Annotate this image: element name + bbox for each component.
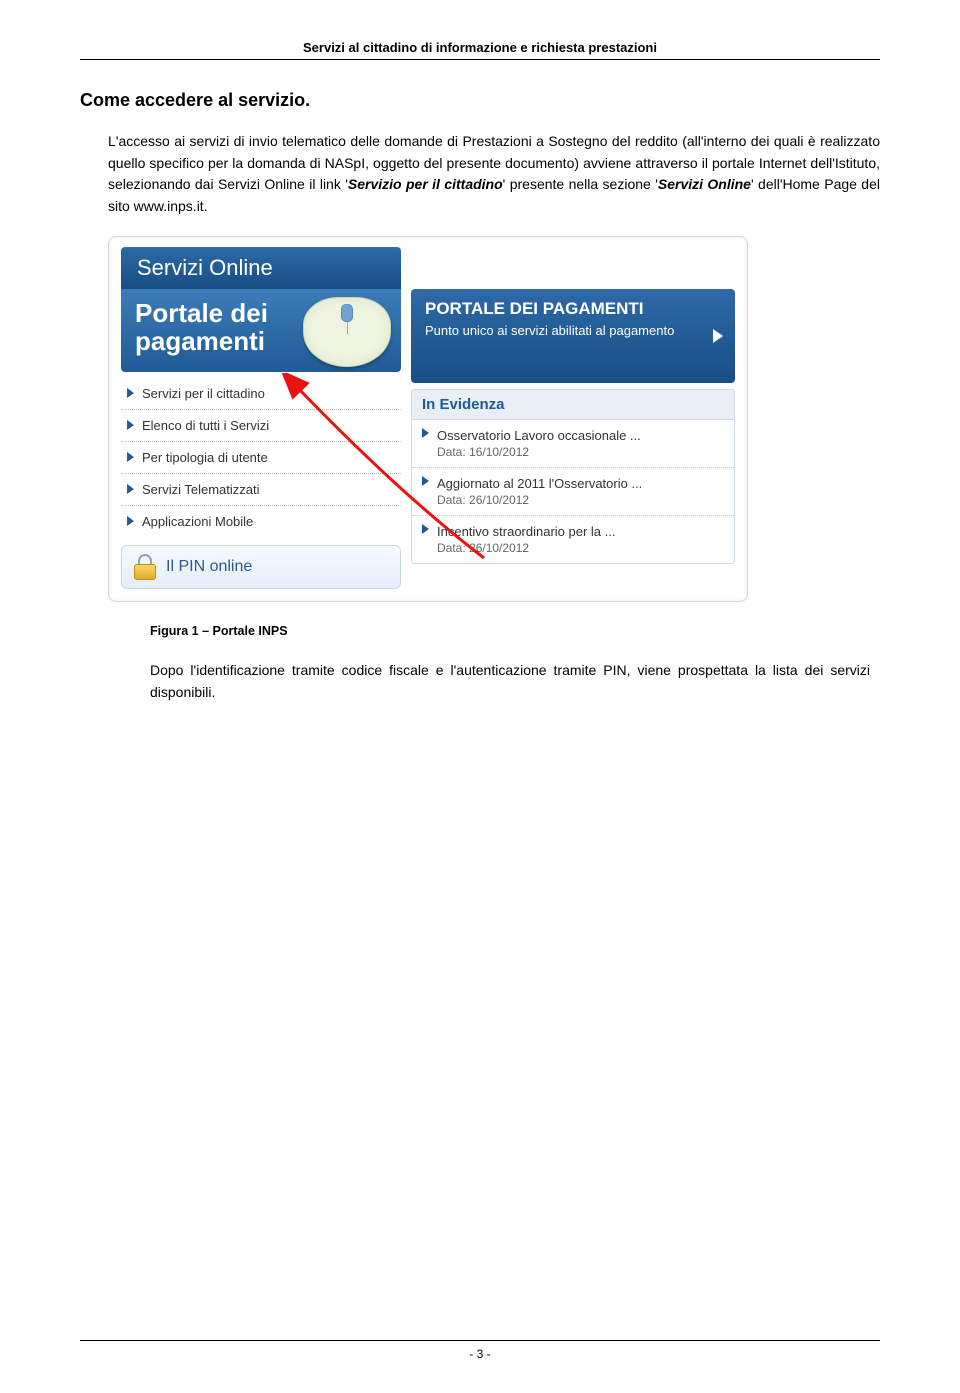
chevron-right-icon (127, 516, 134, 526)
in-evidenza-list: Osservatorio Lavoro occasionale ... Data… (411, 420, 735, 564)
promo-title: PORTALE DEI PAGAMENTI (425, 299, 721, 319)
promo-subtitle: Punto unico ai servizi abilitati al paga… (425, 323, 721, 339)
link-text-servizi-online: Servizi Online (658, 176, 751, 192)
news-title: Incentivo straordinario per la ... (437, 524, 615, 539)
in-evidenza-header: In Evidenza (411, 389, 735, 420)
chevron-right-icon (422, 476, 429, 486)
sidebar-item-tipologia-utente[interactable]: Per tipologia di utente (121, 442, 401, 474)
news-title: Aggiornato al 2011 l'Osservatorio ... (437, 476, 642, 491)
portal-screenshot: Servizi Online Portale dei pagamenti Ser… (108, 236, 748, 602)
link-text-servizio-cittadino: Servizio per il cittadino (348, 176, 503, 192)
news-title: Osservatorio Lavoro occasionale ... (437, 428, 641, 443)
header-rule (80, 59, 880, 60)
page-number: - 3 - (469, 1347, 490, 1361)
page-footer: - 3 - (80, 1340, 880, 1363)
sidebar-item-servizi-telematizzati[interactable]: Servizi Telematizzati (121, 474, 401, 506)
closing-paragraph: Dopo l'identificazione tramite codice fi… (150, 660, 870, 703)
news-date: Data: 16/10/2012 (437, 445, 641, 459)
sidebar-item-label: Servizi per il cittadino (142, 386, 265, 401)
list-item[interactable]: Osservatorio Lavoro occasionale ... Data… (412, 420, 734, 468)
chevron-right-icon (127, 484, 134, 494)
left-column: Portale dei pagamenti Servizi per il cit… (121, 289, 401, 589)
chevron-right-icon (713, 329, 723, 343)
running-header: Servizi al cittadino di informazione e r… (80, 40, 880, 55)
sidebar-item-label: Elenco di tutti i Servizi (142, 418, 269, 433)
news-date: Data: 26/10/2012 (437, 541, 615, 555)
chevron-right-icon (127, 388, 134, 398)
figure-caption: Figura 1 – Portale INPS (150, 624, 880, 638)
chevron-right-icon (127, 420, 134, 430)
news-date: Data: 26/10/2012 (437, 493, 642, 507)
chevron-right-icon (422, 428, 429, 438)
intro-text-b: ' presente nella sezione ' (503, 176, 658, 192)
list-item[interactable]: Aggiornato al 2011 l'Osservatorio ... Da… (412, 468, 734, 516)
side-nav: Servizi per il cittadino Elenco di tutti… (121, 378, 401, 537)
sidebar-item-label: Applicazioni Mobile (142, 514, 253, 529)
sidebar-item-elenco-servizi[interactable]: Elenco di tutti i Servizi (121, 410, 401, 442)
hero-banner[interactable]: Portale dei pagamenti (121, 289, 401, 372)
mouse-icon (303, 297, 391, 367)
intro-paragraph: L'accesso ai servizi di invio telematico… (108, 131, 880, 218)
list-item[interactable]: Incentivo straordinario per la ... Data:… (412, 516, 734, 563)
pin-label: Il PIN online (166, 558, 252, 576)
sidebar-item-label: Servizi Telematizzati (142, 482, 260, 497)
promo-pagamenti[interactable]: PORTALE DEI PAGAMENTI Punto unico ai ser… (411, 289, 735, 383)
pin-online-button[interactable]: Il PIN online (121, 545, 401, 589)
right-column: PORTALE DEI PAGAMENTI Punto unico ai ser… (411, 289, 735, 589)
chevron-right-icon (127, 452, 134, 462)
lock-icon (134, 554, 156, 580)
sidebar-item-servizi-cittadino[interactable]: Servizi per il cittadino (121, 378, 401, 410)
chevron-right-icon (422, 524, 429, 534)
tab-servizi-online[interactable]: Servizi Online (121, 247, 401, 289)
sidebar-item-label: Per tipologia di utente (142, 450, 268, 465)
sidebar-item-applicazioni-mobile[interactable]: Applicazioni Mobile (121, 506, 401, 537)
section-title: Come accedere al servizio. (80, 90, 880, 111)
